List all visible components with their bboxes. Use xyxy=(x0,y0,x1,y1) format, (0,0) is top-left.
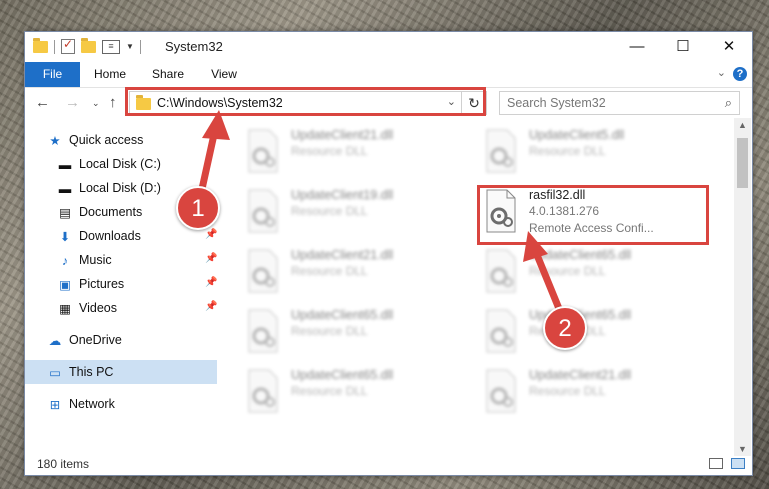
step-marker-2: 2 xyxy=(543,306,587,350)
arrow-2-head xyxy=(523,231,548,262)
step-marker-1: 1 xyxy=(176,186,220,230)
arrow-1-head xyxy=(202,110,230,140)
annotation-arrows xyxy=(196,110,566,320)
